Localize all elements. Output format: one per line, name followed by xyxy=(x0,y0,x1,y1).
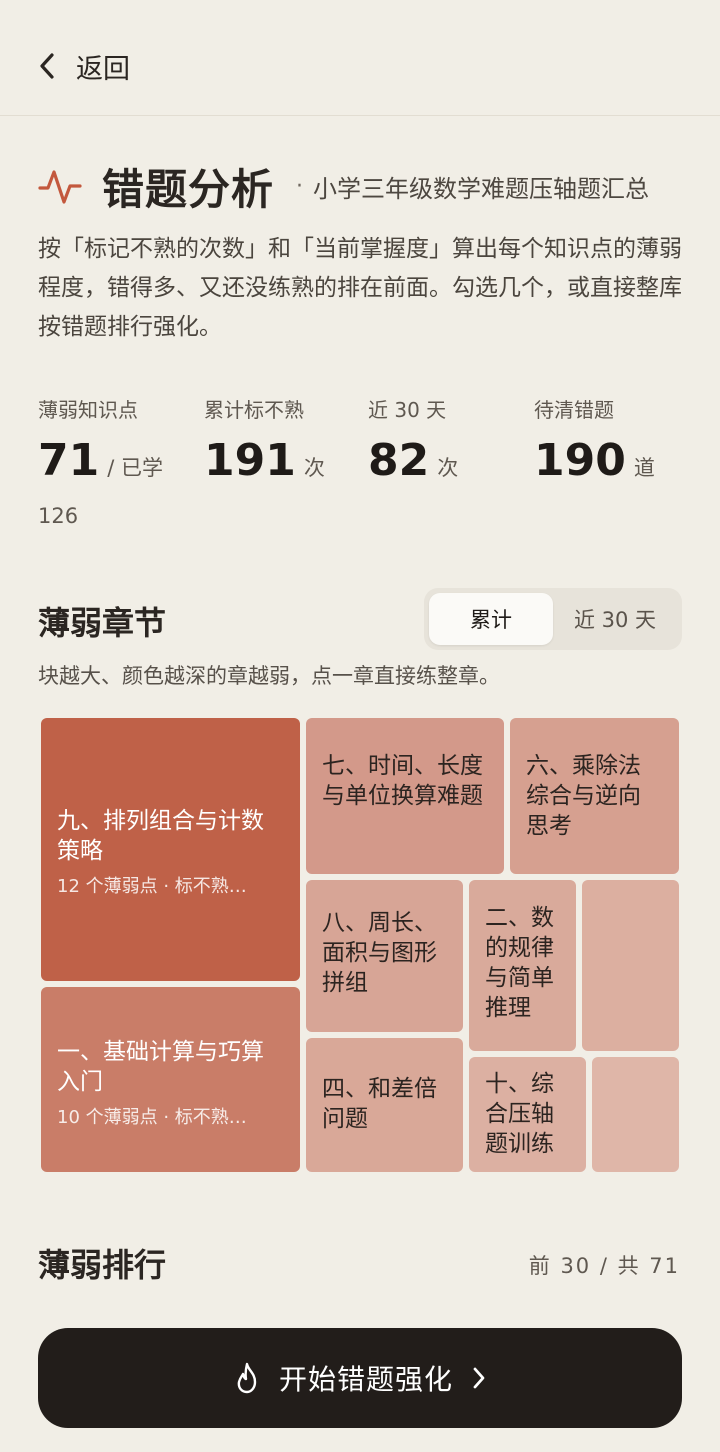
stat-value: 82 xyxy=(368,435,430,486)
pulse-icon xyxy=(38,170,82,204)
chevron-right-icon xyxy=(473,1367,485,1389)
stat-value: 191 xyxy=(204,435,296,486)
weak-chapters-title: 薄弱章节 xyxy=(38,604,167,642)
stat-total-unfamiliar: 累计标不熟 191 次 xyxy=(204,394,325,486)
chapter-meta: 10 个薄弱点 · 标不熟… xyxy=(57,1107,247,1128)
stat-unit: / 已学 xyxy=(107,456,163,480)
chapter-tile[interactable]: 十、综合压轴题训练 xyxy=(469,1057,586,1172)
stat-value: 71 xyxy=(38,435,100,486)
stat-unit: 次 xyxy=(437,456,459,480)
chapter-tile[interactable]: 一、基础计算与巧算入门 10 个薄弱点 · 标不熟… xyxy=(41,987,300,1172)
chapter-tile[interactable] xyxy=(582,880,679,1051)
stat-unit: 次 xyxy=(303,456,325,480)
start-practice-label: 开始错题强化 xyxy=(278,1363,453,1396)
chapter-name: 十、综合压轴题训练 xyxy=(485,1071,554,1157)
period-toggle: 累计 近 30 天 xyxy=(424,588,682,650)
chapter-name: 二、数的规律与简单推理 xyxy=(485,905,554,1021)
chapter-tile[interactable]: 四、和差倍问题 xyxy=(306,1038,463,1172)
page-header: 错题分析 · 小学三年级数学难题压轴题汇总 xyxy=(38,156,649,216)
chevron-left-icon xyxy=(40,53,54,79)
back-button[interactable]: 返回 xyxy=(36,44,130,88)
stat-label: 累计标不熟 xyxy=(204,398,304,422)
toggle-last-30-days[interactable]: 近 30 天 xyxy=(553,593,677,645)
chapter-tile[interactable]: 二、数的规律与简单推理 xyxy=(469,880,576,1051)
chapter-tile[interactable] xyxy=(592,1057,679,1172)
toggle-cumulative[interactable]: 累计 xyxy=(429,593,553,645)
back-label: 返回 xyxy=(76,53,130,85)
stat-last-30-days: 近 30 天 82 次 xyxy=(368,394,458,486)
stat-value: 190 xyxy=(534,435,626,486)
chapter-name: 八、周长、面积与图形拼组 xyxy=(322,910,437,996)
chapter-tile[interactable]: 九、排列组合与计数策略 12 个薄弱点 · 标不熟… xyxy=(41,718,300,981)
flame-icon xyxy=(237,1362,257,1394)
chapter-name: 六、乘除法综合与逆向思考 xyxy=(526,753,641,839)
chapter-name: 四、和差倍问题 xyxy=(322,1076,437,1132)
stat-pending-errors: 待清错题 190 道 xyxy=(534,394,655,486)
chapter-tile[interactable]: 六、乘除法综合与逆向思考 xyxy=(510,718,679,874)
stat-learned-count: 126 xyxy=(38,504,79,528)
chapter-meta: 12 个薄弱点 · 标不熟… xyxy=(57,876,247,897)
chapter-name: 一、基础计算与巧算入门 xyxy=(57,1039,264,1095)
page-subtitle: 小学三年级数学难题压轴题汇总 xyxy=(313,174,650,203)
stat-label: 近 30 天 xyxy=(368,398,447,422)
top-bar: 返回 xyxy=(0,0,720,116)
stat-label: 薄弱知识点 xyxy=(38,398,138,422)
stat-unit: 道 xyxy=(633,456,655,480)
title-separator: · xyxy=(296,173,304,199)
chapter-name: 七、时间、长度与单位换算难题 xyxy=(322,753,483,809)
weak-chapters-hint: 块越大、颜色越深的章越弱，点一章直接练整章。 xyxy=(38,664,500,688)
chapter-tile[interactable]: 七、时间、长度与单位换算难题 xyxy=(306,718,504,874)
ranking-count: 前 30 / 共 71 xyxy=(528,1254,680,1278)
chapter-tile[interactable]: 八、周长、面积与图形拼组 xyxy=(306,880,463,1032)
stat-label: 待清错题 xyxy=(534,398,614,422)
page-description: 按「标记不熟的次数」和「当前掌握度」算出每个知识点的薄弱程度，错得多、又还没练熟… xyxy=(38,236,682,340)
chapter-name: 九、排列组合与计数策略 xyxy=(57,808,264,864)
page-title: 错题分析 xyxy=(102,164,275,214)
weak-ranking-title: 薄弱排行 xyxy=(38,1246,167,1284)
stat-weak-points: 薄弱知识点 71 / 已学 126 xyxy=(38,394,163,528)
start-practice-button[interactable]: 开始错题强化 xyxy=(38,1328,682,1428)
